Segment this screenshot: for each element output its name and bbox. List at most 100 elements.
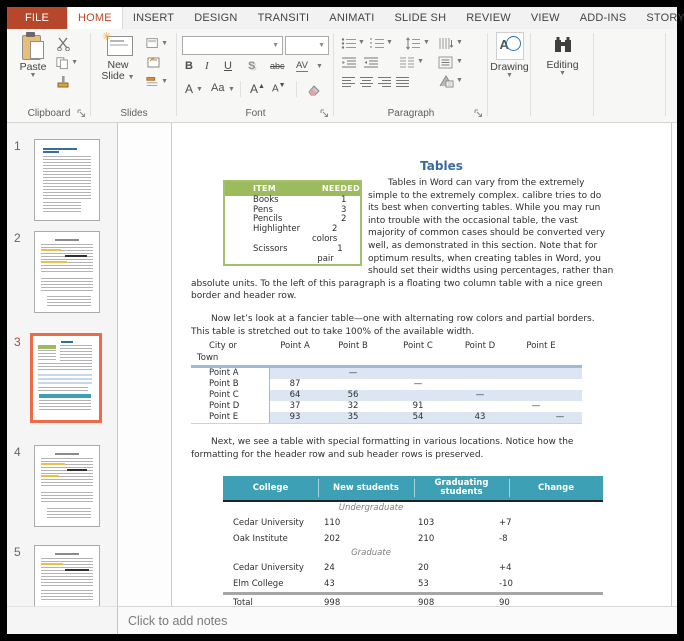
college-table-header: College New students Graduating students…: [223, 476, 603, 502]
slide-layout-button[interactable]: ▼: [146, 35, 168, 52]
group-paragraph: ▼ ▼ ▼ ▼ ▼ ▼: [335, 29, 487, 122]
paragraph-2[interactable]: Now let’s look at a fancier table—one wi…: [191, 313, 614, 338]
tab-slideshow[interactable]: SLIDE SH: [384, 7, 456, 29]
align-left-button[interactable]: [341, 76, 356, 88]
tab-storyboarding[interactable]: STORYBO: [636, 7, 684, 29]
columns-arrow[interactable]: ▼: [417, 59, 424, 65]
slide-editing-area: Tables ITEMNEEDED Books1 Pens3 Pencils2 …: [118, 123, 677, 606]
paragraph-1[interactable]: ITEMNEEDED Books1 Pens3 Pencils2 Highlig…: [191, 177, 614, 303]
paste-button[interactable]: Paste ▼: [14, 32, 52, 79]
paragraph-dialog-launcher[interactable]: [474, 109, 483, 118]
align-text-button[interactable]: [438, 56, 454, 69]
slide-canvas[interactable]: Tables ITEMNEEDED Books1 Pens3 Pencils2 …: [171, 123, 672, 606]
thumbnail-panel-footer: [7, 606, 118, 634]
tab-review[interactable]: REVIEW: [456, 7, 521, 29]
numbering-arrow[interactable]: ▼: [386, 40, 393, 46]
section-button[interactable]: ▼: [146, 73, 168, 90]
table-row: Point C 64 56 —: [191, 390, 582, 401]
thumbnail-number: 3: [14, 335, 21, 349]
tab-view[interactable]: VIEW: [521, 7, 570, 29]
thumbnail-number: 4: [14, 445, 21, 459]
text-direction-button[interactable]: [438, 37, 454, 50]
underline-button[interactable]: U: [224, 60, 232, 72]
app-window: FILE HOME INSERT DESIGN TRANSITI ANIMATI…: [0, 0, 684, 641]
text-shadow-button[interactable]: S: [248, 60, 255, 72]
table-row: Cedar University 110 103 +7: [223, 515, 603, 531]
new-slide-button[interactable]: ✳ New Slide ▼: [96, 32, 140, 82]
ribbon: Paste ▼ ▼ Clipboard: [7, 29, 677, 123]
distance-table[interactable]: City or Town Point A Point B Point C Poi…: [191, 340, 582, 424]
convert-smartart-button[interactable]: [438, 74, 454, 88]
slide-thumbnail-3-selected[interactable]: [30, 333, 102, 423]
table-row: Point D 37 32 91 —: [191, 401, 582, 412]
line-spacing-arrow[interactable]: ▼: [423, 40, 430, 46]
font-color-arrow[interactable]: ▼: [196, 87, 203, 93]
paste-dropdown-arrow[interactable]: ▼: [30, 73, 37, 79]
bullets-button[interactable]: [341, 37, 357, 50]
sparkle-icon: ✳: [102, 30, 111, 43]
align-right-button[interactable]: [377, 76, 392, 88]
justify-button[interactable]: [395, 76, 410, 88]
notes-pane[interactable]: Click to add notes: [118, 606, 677, 634]
change-case-arrow[interactable]: ▼: [228, 87, 235, 93]
italic-button[interactable]: I: [205, 60, 209, 72]
table-row: Oak Institute 202 210 -8: [223, 531, 603, 547]
table-row: Scissors1 pair: [225, 245, 360, 265]
grow-font-button[interactable]: A▲: [250, 82, 265, 96]
shrink-font-button[interactable]: A▼: [272, 82, 286, 94]
paragraph-group-label: Paragraph: [335, 108, 487, 119]
paste-clipboard-icon: [21, 32, 45, 60]
numbering-button[interactable]: [369, 37, 385, 50]
slide-title[interactable]: Tables: [230, 159, 653, 173]
clear-formatting-button[interactable]: [305, 84, 321, 96]
line-spacing-button[interactable]: [405, 37, 421, 50]
tab-animations[interactable]: ANIMATI: [319, 7, 384, 29]
drawing-button[interactable]: A Drawing ▼: [489, 32, 530, 79]
change-case-button[interactable]: Aa: [211, 82, 224, 94]
clipboard-dialog-launcher[interactable]: [77, 109, 86, 118]
align-text-arrow[interactable]: ▼: [456, 59, 463, 65]
font-dialog-launcher[interactable]: [320, 109, 329, 118]
group-editing: Editing ▼: [532, 29, 593, 122]
copy-button[interactable]: ▼: [56, 54, 78, 71]
table-row: Highlighter2 colors: [225, 225, 360, 245]
tab-insert[interactable]: INSERT: [123, 7, 184, 29]
font-name-combobox[interactable]: ▼: [182, 36, 283, 55]
tab-addins[interactable]: ADD-INS: [570, 7, 637, 29]
notes-placeholder: Click to add notes: [128, 614, 227, 628]
font-size-combobox[interactable]: ▼: [285, 36, 329, 55]
editing-button[interactable]: Editing ▼: [542, 32, 583, 77]
slide-thumbnail-2[interactable]: [34, 231, 100, 313]
slide-thumbnail-4[interactable]: [34, 445, 100, 527]
slide-body-text[interactable]: ITEMNEEDED Books1 Pens3 Pencils2 Highlig…: [191, 177, 614, 629]
columns-button[interactable]: [399, 56, 415, 69]
slide-thumbnail-1[interactable]: [34, 139, 100, 221]
character-spacing-arrow[interactable]: ▼: [316, 64, 323, 70]
slides-group-label: Slides: [92, 108, 176, 119]
format-painter-button[interactable]: [56, 73, 78, 90]
decrease-indent-button[interactable]: [341, 56, 357, 69]
subheader-graduate: Graduate: [311, 547, 431, 560]
align-center-button[interactable]: [359, 76, 374, 88]
bullets-arrow[interactable]: ▼: [358, 40, 365, 46]
distance-table-header: City or Town Point A Point B Point C Poi…: [191, 340, 582, 365]
group-slides: ✳ New Slide ▼ ▼ ▼ Slides: [92, 29, 176, 122]
convert-smartart-arrow[interactable]: ▼: [456, 78, 463, 84]
font-group-label: Font: [178, 108, 333, 119]
cut-button[interactable]: [56, 35, 78, 52]
tab-file[interactable]: FILE: [7, 7, 67, 29]
college-table[interactable]: College New students Graduating students…: [223, 476, 603, 613]
increase-indent-button[interactable]: [363, 56, 379, 69]
paragraph-3[interactable]: Next, we see a table with special format…: [191, 436, 614, 461]
table-row: Point B 87 —: [191, 379, 582, 390]
reset-slide-button[interactable]: [146, 54, 168, 71]
strikethrough-button[interactable]: abc: [270, 61, 285, 71]
tab-home[interactable]: HOME: [67, 7, 123, 29]
tab-design[interactable]: DESIGN: [184, 7, 247, 29]
bold-button[interactable]: B: [185, 60, 193, 72]
character-spacing-button[interactable]: AV: [296, 60, 308, 72]
tab-transitions[interactable]: TRANSITI: [248, 7, 320, 29]
font-color-button[interactable]: A: [185, 82, 193, 96]
text-direction-arrow[interactable]: ▼: [456, 40, 463, 46]
supplies-table[interactable]: ITEMNEEDED Books1 Pens3 Pencils2 Highlig…: [223, 180, 362, 266]
